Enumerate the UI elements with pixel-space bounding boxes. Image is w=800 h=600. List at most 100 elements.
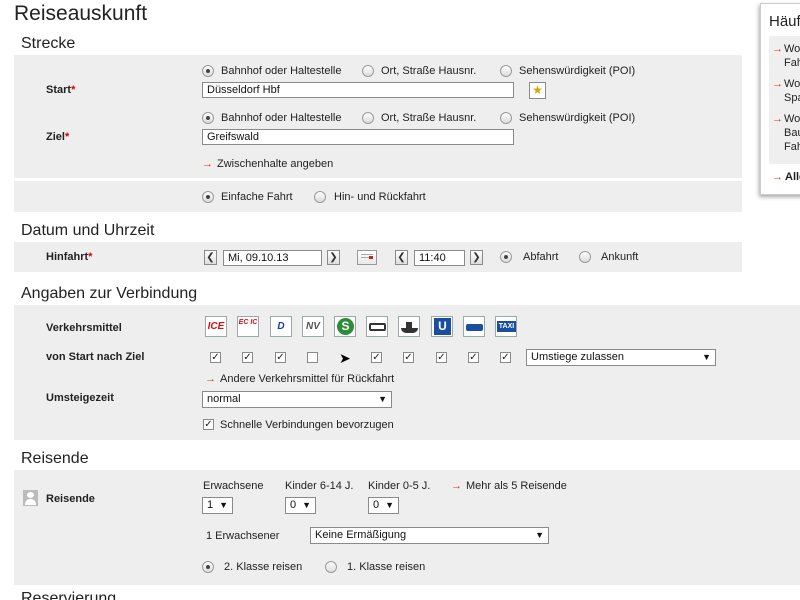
date-input[interactable]: Mi, 09.10.13 <box>223 250 322 266</box>
start-option-address: Ort, Straße Hausnr. <box>381 65 477 77</box>
arrow-right-icon: → <box>451 480 462 492</box>
start-radio-station[interactable] <box>202 65 214 77</box>
bus-icon[interactable] <box>366 316 388 337</box>
arrow-right-icon: → <box>772 113 783 125</box>
arrow-right-icon: → <box>205 373 216 385</box>
side-title: Häuf <box>769 13 800 30</box>
ec-ic-icon[interactable]: EC IC <box>237 316 259 337</box>
chevron-down-icon: ▼ <box>702 352 711 362</box>
schnelle-checkbox[interactable]: ✓ <box>203 419 214 430</box>
umsteigezeit-label: Umsteigezeit <box>46 392 114 404</box>
reisende-label: Reisende <box>46 493 95 505</box>
verkehrsmittel-label: Verkehrsmittel <box>46 322 122 334</box>
mehr-reisende-link[interactable]: Mehr als 5 Reisende <box>466 480 567 492</box>
strecke-panel: Start* Bahnhof oder Haltestelle Ort, Str… <box>14 55 742 178</box>
kinder-0-5-select[interactable]: 0 ▼ <box>368 497 399 514</box>
tram-icon[interactable] <box>463 316 485 337</box>
side-item-sub: Spa <box>784 92 800 104</box>
checkbox-ship[interactable]: ✓ <box>403 352 414 363</box>
section-datum-heading: Datum und Uhrzeit <box>21 222 155 239</box>
checkbox-ec-ic[interactable]: ✓ <box>242 352 253 363</box>
time-input[interactable]: 11:40 <box>414 250 465 266</box>
ziel-option-poi: Sehenswürdigkeit (POI) <box>519 112 636 124</box>
side-item[interactable]: Wo <box>784 113 800 125</box>
checkbox-ice[interactable]: ✓ <box>210 352 221 363</box>
andere-verkehrsmittel-link[interactable]: Andere Verkehrsmittel für Rückfahrt <box>220 373 394 385</box>
start-option-poi: Sehenswürdigkeit (POI) <box>519 65 636 77</box>
section-strecke-heading: Strecke <box>21 35 76 52</box>
start-label: Start* <box>46 84 76 96</box>
date-next-button[interactable]: ❯ <box>327 250 340 265</box>
ship-icon[interactable] <box>398 316 420 337</box>
start-radio-poi[interactable] <box>500 65 512 77</box>
checkbox-tram[interactable]: ✓ <box>468 352 479 363</box>
chevron-down-icon: ▼ <box>535 530 544 540</box>
s-bahn-icon[interactable]: S <box>334 316 356 337</box>
klasse-2-radio[interactable] <box>202 561 214 573</box>
section-reservierung-heading: Reservierung <box>21 590 117 600</box>
ziel-input[interactable]: Greifswald <box>202 129 514 145</box>
page-title: Reiseauskunft <box>14 2 148 25</box>
einfache-fahrt-radio[interactable] <box>202 191 214 203</box>
erwachsene-select[interactable]: 1 ▼ <box>202 497 233 514</box>
chevron-down-icon: ▼ <box>378 394 387 404</box>
star-favorite-icon[interactable]: ★ <box>529 82 546 99</box>
fahrt-panel: Einfache Fahrt Hin- und Rückfahrt <box>14 181 742 212</box>
ziel-label: Ziel* <box>46 131 70 143</box>
kinder-6-14-select[interactable]: 0 ▼ <box>285 497 316 514</box>
calendar-icon[interactable] <box>357 250 377 265</box>
frequent-connections-panel: Häuf → Wo Fah → Wo Spa → Wo Bau Fah → Al… <box>760 3 800 195</box>
hin-rueck-label: Hin- und Rückfahrt <box>334 191 426 203</box>
klasse-1-label: 1. Klasse reisen <box>347 561 426 573</box>
side-item-sub: Bau <box>784 127 800 139</box>
start-radio-address[interactable] <box>362 65 374 77</box>
kinder-6-14-label: Kinder 6-14 J. <box>285 480 354 492</box>
einfache-fahrt-label: Einfache Fahrt <box>221 191 293 203</box>
ziel-option-station: Bahnhof oder Haltestelle <box>221 112 342 124</box>
checkbox-taxi[interactable]: ✓ <box>500 352 511 363</box>
erwachsene-label: Erwachsene <box>203 480 264 492</box>
person-icon <box>23 490 38 506</box>
checkbox-u[interactable]: ✓ <box>436 352 447 363</box>
arrow-right-icon: → <box>202 158 213 170</box>
ziel-option-address: Ort, Straße Hausnr. <box>381 112 477 124</box>
checkbox-nv[interactable] <box>307 352 318 363</box>
abfahrt-radio[interactable] <box>500 251 512 263</box>
ankunft-radio[interactable] <box>579 251 591 263</box>
kinder-0-5-label: Kinder 0-5 J. <box>368 480 431 492</box>
side-all-link[interactable]: Alle <box>785 171 800 183</box>
start-input[interactable]: Düsseldorf Hbf <box>202 82 514 98</box>
time-prev-button[interactable]: ❮ <box>395 250 408 265</box>
ziel-radio-address[interactable] <box>362 112 374 124</box>
schnelle-label: Schnelle Verbindungen bevorzugen <box>220 419 394 431</box>
nv-icon[interactable]: NV <box>302 316 324 337</box>
section-reisende-heading: Reisende <box>21 450 89 467</box>
ziel-radio-station[interactable] <box>202 112 214 124</box>
datum-panel: Hinfahrt* ❮ Mi, 09.10.13 ❯ ❮ 11:40 ❯ Abf… <box>14 242 742 272</box>
u-bahn-icon[interactable]: U <box>431 316 453 337</box>
ziel-radio-poi[interactable] <box>500 112 512 124</box>
hinfahrt-label: Hinfahrt* <box>46 251 93 263</box>
side-item[interactable]: Wo <box>784 78 800 90</box>
time-next-button[interactable]: ❯ <box>470 250 483 265</box>
d-train-icon[interactable]: D <box>270 316 292 337</box>
ankunft-label: Ankunft <box>601 251 639 263</box>
arrow-right-icon: → <box>772 78 783 90</box>
erwachsener-text: 1 Erwachsener <box>206 530 280 542</box>
checkbox-bus[interactable]: ✓ <box>371 352 382 363</box>
ermaessigung-select[interactable]: Keine Ermäßigung ▼ <box>310 527 549 544</box>
zwischenhalte-link[interactable]: Zwischenhalte angeben <box>217 158 333 170</box>
checkbox-d[interactable]: ✓ <box>275 352 286 363</box>
klasse-1-radio[interactable] <box>325 561 337 573</box>
side-item[interactable]: Wo <box>784 43 800 55</box>
date-prev-button[interactable]: ❮ <box>204 250 217 265</box>
arrow-right-icon: → <box>772 43 783 55</box>
abfahrt-label: Abfahrt <box>523 251 559 263</box>
ice-icon[interactable]: ICE <box>205 316 227 337</box>
hin-rueck-radio[interactable] <box>314 191 326 203</box>
umsteigezeit-select[interactable]: normal ▼ <box>202 391 392 408</box>
section-angaben-heading: Angaben zur Verbindung <box>21 285 198 302</box>
umstiege-select[interactable]: Umstiege zulassen ▼ <box>526 349 716 366</box>
chevron-down-icon: ▼ <box>219 500 228 510</box>
taxi-icon[interactable]: TAXI <box>495 316 517 337</box>
